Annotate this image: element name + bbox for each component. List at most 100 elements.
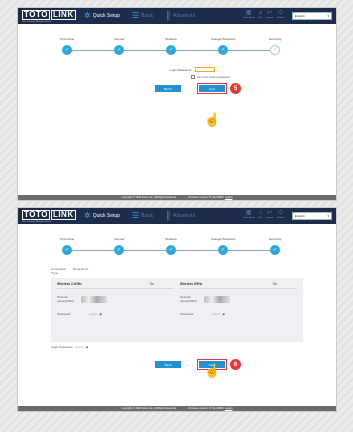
step-time-zone: Time Zone ✓ (57, 38, 77, 55)
login-password-label: Login Password: (169, 67, 192, 72)
hand-cursor-icon: ☝ (204, 112, 221, 127)
step-connector (228, 250, 270, 251)
password-value: •••••••• (212, 312, 221, 316)
eye-icon[interactable]: ◉ (222, 312, 225, 316)
next-button[interactable]: Next (199, 85, 225, 92)
logo-text-1: TOTO (22, 209, 50, 220)
chevron-down-icon: ▾ (327, 14, 329, 18)
step-internet: Internet ✓ (109, 238, 129, 255)
nav-label: Basic (141, 213, 154, 219)
header-tools: ▦ Quick Setup ⌂ Wifi ↩ Logout ⏻ Reboot (243, 210, 284, 219)
gear-icon: ✲ (84, 11, 91, 20)
action-buttons: BACK Next 5 (155, 83, 336, 94)
step-badge: 5 (230, 83, 241, 94)
nav-advanced[interactable]: ║ Advanced (165, 12, 195, 20)
step-connector (124, 50, 166, 51)
nav-label: Quick Setup (92, 13, 120, 19)
redacted-ssid (204, 295, 230, 303)
step-label: Change Password (210, 237, 236, 241)
step-connector (72, 250, 114, 251)
firmware-text: Firmware version: V7.4cu.5668 (188, 196, 223, 199)
ssid-label: Network name(SSID): (180, 295, 198, 303)
tool-wifi[interactable]: ⌂ Wifi (259, 210, 263, 219)
nav-label: Advanced (173, 13, 196, 19)
summary-panel: Wireless 2.4GHz On Network name(SSID): P… (51, 278, 303, 342)
tool-logout[interactable]: ↩ Logout (266, 210, 273, 219)
action-buttons: Back Save 6 (155, 359, 336, 370)
tool-label: Quick Setup (242, 17, 255, 19)
check-icon: ✓ (218, 245, 228, 255)
logo-tagline: The Smartest Network Device (22, 220, 52, 223)
login-password-input[interactable] (194, 67, 215, 72)
check-icon: ✓ (62, 45, 72, 55)
footer-logout-link[interactable]: Logout (225, 196, 233, 199)
step-connector (176, 250, 218, 251)
nav-quick-setup[interactable]: ✲ Quick Setup (84, 12, 120, 20)
tool-logout[interactable]: ↩ Logout (266, 10, 273, 19)
wireless-24-panel: Wireless 2.4GHz On Network name(SSID): P… (57, 282, 174, 338)
brand-logo: TOTO LINK The Smartest Network Device (22, 209, 76, 223)
step-label: Wireless (165, 37, 177, 41)
use-wireless-password-checkbox[interactable] (191, 75, 195, 79)
step-label: Summary (268, 37, 282, 41)
tool-label: Logout (266, 217, 273, 219)
tool-label: Wifi (258, 17, 263, 19)
panel-title: Wireless 5GHz (180, 282, 203, 286)
back-button[interactable]: Back (155, 361, 181, 368)
tool-quick-setup[interactable]: ▦ Quick Setup (243, 10, 255, 19)
logo-text-2: LINK (50, 9, 76, 20)
step-connector (72, 50, 114, 51)
qr-icon: ▦ (245, 10, 252, 16)
footer-logout-link[interactable]: Logout (225, 407, 233, 410)
check-icon: ✓ (218, 45, 228, 55)
password-value: •••••••• (89, 312, 98, 316)
firmware-text: Firmware version: V7.4cu.5668 (188, 407, 223, 410)
list-icon: ☰ (131, 11, 140, 20)
step-connector (228, 50, 270, 51)
next-button-highlight: Next (197, 83, 227, 94)
back-button[interactable]: BACK (155, 85, 181, 92)
copyright-text: Copyright © 2018 Zonet Ltd., All Rights … (121, 407, 177, 410)
checkbox-label: Use 2.4G wireless password (197, 75, 230, 79)
login-password-label: Login Password: (51, 345, 74, 349)
eye-icon[interactable]: ◉ (86, 345, 89, 349)
nav-basic[interactable]: ☰ Basic (132, 212, 153, 220)
language-select[interactable]: English ▾ (292, 12, 332, 20)
logo-text-2: LINK (50, 209, 76, 220)
connection-type-label: Connection Type: (51, 267, 67, 275)
tool-reboot[interactable]: ⏻ Reboot (277, 10, 284, 19)
bars-icon: ║ (165, 211, 172, 220)
check-icon: ✓ (270, 245, 280, 255)
nav-advanced[interactable]: ║ Advanced (165, 212, 195, 220)
step-label: Internet (113, 237, 125, 241)
wizard-steps: Time Zone ✓ Internet ✓ Wireless ✓ Change Pa… (56, 38, 298, 66)
language-select[interactable]: English ▾ (292, 212, 332, 220)
eye-icon[interactable]: ◉ (99, 312, 102, 316)
footer: Copyright © 2018 Zonet Ltd., All Rights … (18, 406, 336, 411)
check-icon: ✓ (62, 245, 72, 255)
tool-label: Quick Setup (242, 217, 255, 219)
tool-quick-setup[interactable]: ▦ Quick Setup (243, 210, 255, 219)
nav-quick-setup[interactable]: ✲ Quick Setup (84, 212, 120, 220)
wireless-password-option[interactable]: Use 2.4G wireless password (191, 75, 336, 79)
copyright-text: Copyright © 2018 Zonet Ltd., All Rights … (121, 196, 177, 199)
nav-label: Quick Setup (92, 213, 120, 219)
check-icon: ✓ (270, 45, 280, 55)
nav-label: Advanced (173, 213, 196, 219)
step-label: Summary (268, 237, 282, 241)
check-icon: ✓ (166, 45, 176, 55)
tool-label: Reboot (276, 17, 284, 19)
wireless-5-panel: Wireless 5GHz On Network name(SSID): Pas… (180, 282, 297, 338)
step-summary: Summary ✓ (265, 238, 285, 255)
logo-text-1: TOTO (22, 9, 50, 20)
login-password-summary: Login Password: •••••••• ◉ (51, 345, 336, 349)
tool-reboot[interactable]: ⏻ Reboot (277, 210, 284, 219)
tool-wifi[interactable]: ⌂ Wifi (259, 10, 263, 19)
main-nav: ✲ Quick Setup ☰ Basic ║ Advanced (84, 12, 205, 20)
lock-icon: ⌂ (258, 10, 263, 16)
ssid-label: Network name(SSID): (57, 295, 75, 303)
nav-basic[interactable]: ☰ Basic (132, 12, 153, 20)
tool-label: Wifi (258, 217, 263, 219)
login-password-row: Login Password: (48, 67, 336, 72)
gear-icon: ✲ (84, 211, 91, 220)
